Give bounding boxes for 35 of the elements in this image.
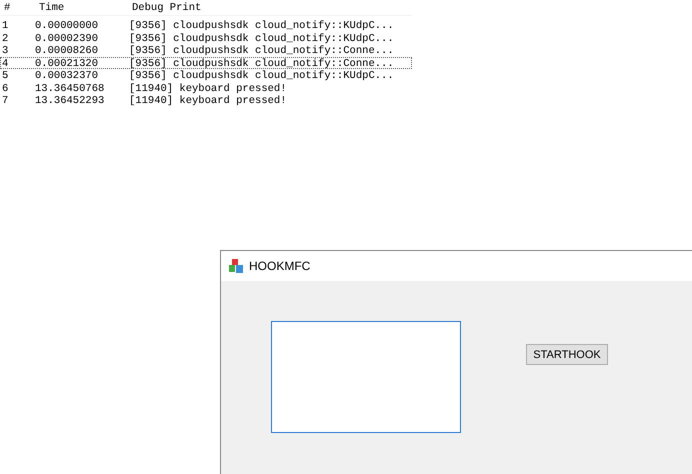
starthook-button[interactable]: STARTHOOK bbox=[526, 344, 608, 365]
debug-text: [9356] cloudpushsdk cloud_notify::KUdpC... bbox=[129, 70, 394, 80]
debug-text: [11940] keyboard pressed! bbox=[129, 95, 287, 106]
column-header[interactable]: # bbox=[0, 2, 33, 14]
debug-text: [9356] cloudpushsdk cloud_notify::Conne... bbox=[129, 58, 394, 68]
debug-text: [9356] cloudpushsdk cloud_notify::KUdpC... bbox=[129, 20, 394, 30]
debug-text: [9356] cloudpushsdk cloud_notify::Conne... bbox=[129, 45, 394, 56]
column-header[interactable]: Time bbox=[33, 2, 128, 14]
row-number: 6 bbox=[1, 82, 10, 93]
time-cell-text: 13.36450768 bbox=[34, 82, 106, 93]
row-number: 3 bbox=[1, 45, 10, 56]
window-title: HOOKMFC bbox=[249, 259, 310, 273]
log-row[interactable]: 6 13.36450768 [11940] keyboard pressed! bbox=[0, 82, 412, 94]
text-field[interactable] bbox=[271, 321, 461, 433]
log-row[interactable]: 2 0.00002390 [9356] cloudpushsdk cloud_notify::KUdpC... bbox=[0, 32, 412, 44]
log-row[interactable]: 5 0.00032370 [9356] cloudpushsdk cloud_notify::KUdpC... bbox=[0, 69, 412, 82]
time-cell-text: 13.36452293 bbox=[34, 95, 106, 106]
row-number: 7 bbox=[1, 95, 10, 106]
log-row[interactable]: 3 0.00008260 [9356] cloudpushsdk cloud_notify::Conne... bbox=[0, 44, 412, 56]
log-row[interactable]: 1 0.00000000 [9356] cloudpushsdk cloud_notify::KUdpC... bbox=[0, 19, 412, 32]
row-number: 1 bbox=[1, 20, 10, 30]
debug-text: [11940] keyboard pressed! bbox=[129, 82, 287, 93]
time-cell-text: 0.00000000 bbox=[34, 20, 100, 30]
row-number: 4 bbox=[1, 58, 10, 68]
time-cell-text: 0.00002390 bbox=[34, 32, 100, 43]
row-number: 5 bbox=[1, 70, 10, 80]
cubes-icon bbox=[228, 258, 244, 274]
time-cell-text: 0.00032370 bbox=[34, 70, 100, 80]
log-row[interactable]: 4 0.00021320 [9356] cloudpushsdk cloud_notify::Conne... bbox=[0, 56, 412, 69]
time-cell-text: 0.00008260 bbox=[34, 45, 100, 56]
row-number: 2 bbox=[1, 32, 10, 43]
column-header[interactable]: Debug Print bbox=[128, 2, 202, 14]
log-row[interactable]: 7 13.36452293 [11940] keyboard pressed! bbox=[0, 94, 412, 106]
debug-text: [9356] cloudpushsdk cloud_notify::KUdpC... bbox=[129, 32, 394, 43]
time-cell-text: 0.00021320 bbox=[34, 58, 100, 68]
